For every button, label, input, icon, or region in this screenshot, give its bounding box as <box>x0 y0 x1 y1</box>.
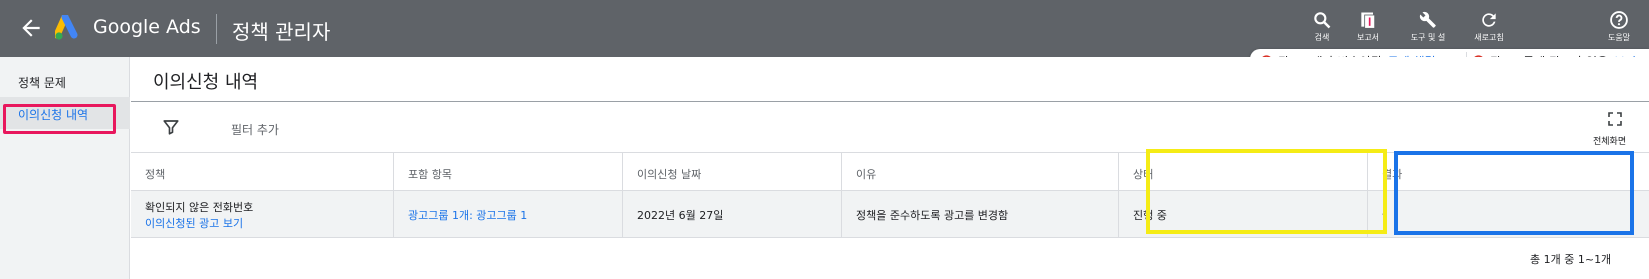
reports-label: 보고서 <box>1356 33 1380 42</box>
pagination-summary: 총 1개 중 1~1개 <box>1530 253 1612 266</box>
tools-label: 도구 및 설 <box>1410 33 1446 42</box>
fullscreen-label[interactable]: 전체화면 <box>1593 134 1626 147</box>
sidebar-item-label: 정책 문제 <box>18 76 66 90</box>
column-header-policy[interactable]: 정책 <box>131 153 394 190</box>
brand-name: Google Ads <box>93 16 201 38</box>
column-header-included[interactable]: 포함 항목 <box>394 153 623 190</box>
tools-button[interactable]: 도구 및 설 <box>1398 10 1458 43</box>
sidebar-item-policy-issues[interactable]: 정책 문제 <box>0 74 130 91</box>
column-header-reason[interactable]: 이유 <box>842 153 1119 190</box>
google-ads-logo-icon <box>55 15 78 40</box>
refresh-label: 새로고침 <box>1474 33 1504 42</box>
help-button[interactable]: 도움말 <box>1589 10 1649 43</box>
add-filter-button[interactable]: 필터 추가 <box>231 121 279 138</box>
main-title: 이의신청 내역 <box>153 72 259 93</box>
cell-included[interactable]: 광고그룹 1개: 광고그룹 1 <box>394 191 623 237</box>
help-label: 도움말 <box>1607 33 1631 42</box>
back-arrow-icon[interactable] <box>18 15 44 41</box>
main-header: 이의신청 내역 <box>131 57 1649 102</box>
highlight-box-yellow <box>1146 149 1387 234</box>
help-icon <box>1610 11 1628 29</box>
wrench-icon <box>1419 11 1436 28</box>
highlight-box-pink <box>3 104 116 134</box>
policy-name: 확인되지 않은 전화번호 <box>145 201 254 214</box>
refresh-icon <box>1482 13 1496 27</box>
view-appealed-ads-link[interactable]: 이의신청된 광고 보기 <box>145 216 393 232</box>
cell-appeal-date: 2022년 6월 27일 <box>623 191 842 237</box>
fullscreen-icon[interactable] <box>1608 112 1622 126</box>
filter-bar: 필터 추가 전체화면 <box>131 102 1649 152</box>
sidebar: 정책 문제 이의신청 내역 <box>0 57 130 279</box>
page-title: 정책 관리자 <box>232 20 331 44</box>
filter-icon[interactable] <box>162 118 180 136</box>
header-divider <box>216 14 217 44</box>
reports-icon <box>1361 12 1376 29</box>
cell-policy: 확인되지 않은 전화번호 이의신청된 광고 보기 <box>131 191 394 237</box>
cell-reason: 정책을 준수하도록 광고를 변경함 <box>842 191 1119 237</box>
refresh-button[interactable]: 새로고침 <box>1459 10 1519 43</box>
column-header-appeal-date[interactable]: 이의신청 날짜 <box>623 153 842 190</box>
reports-button[interactable]: 보고서 <box>1338 10 1398 43</box>
search-icon <box>1314 12 1331 29</box>
highlight-box-blue <box>1394 151 1634 235</box>
